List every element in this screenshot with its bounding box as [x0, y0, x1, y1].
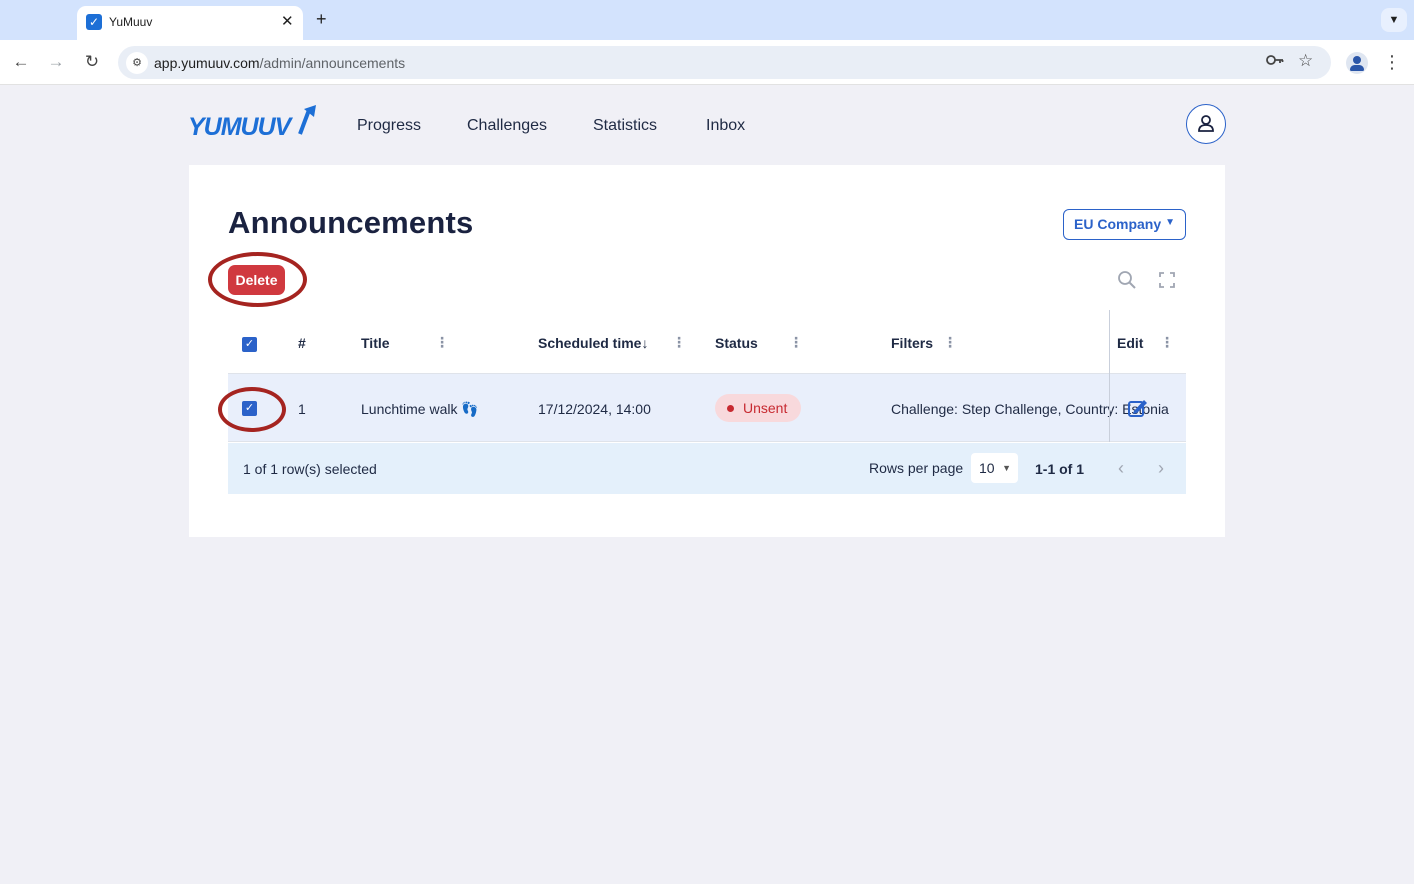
close-tab-icon[interactable]: ✕	[281, 12, 294, 30]
next-page-icon[interactable]: ›	[1158, 458, 1164, 479]
column-edit: Edit	[1117, 335, 1144, 351]
column-menu-icon[interactable]: ⋮	[435, 334, 449, 351]
column-scheduled-label: Scheduled time	[538, 335, 642, 351]
annotation-ring-checkbox	[218, 387, 286, 432]
new-tab-icon[interactable]: +	[316, 9, 327, 29]
annotation-ring-delete	[208, 252, 307, 307]
row-title: Lunchtime walk 👣	[361, 401, 479, 417]
pagination-range: 1-1 of 1	[1035, 461, 1085, 477]
pinned-column-divider	[1109, 310, 1110, 442]
column-number: #	[298, 335, 306, 351]
announcements-card: Announcements EU Company ▼ Delete ✓ # Ti…	[189, 165, 1225, 537]
previous-page-icon[interactable]: ‹	[1118, 458, 1124, 479]
nav-statistics[interactable]: Statistics	[593, 117, 657, 135]
user-icon	[1198, 115, 1214, 132]
row-number: 1	[298, 401, 306, 417]
rows-per-page-select[interactable]: 10 ▼	[971, 453, 1018, 483]
caret-down-icon: ▼	[1002, 463, 1011, 473]
sort-descending-icon: ↓	[641, 335, 649, 351]
user-account-button[interactable]	[1186, 104, 1226, 144]
status-dot-icon	[727, 405, 734, 412]
status-text: Unsent	[743, 400, 788, 416]
logo-wordmark: YUMUUV	[188, 113, 294, 140]
browser-toolbar: ← → ↻ ⚙ app.yumuuv.com/admin/announcemen…	[0, 40, 1414, 85]
address-bar[interactable]: ⚙ app.yumuuv.com/admin/announcements ☆	[118, 46, 1331, 79]
url-text: app.yumuuv.com/admin/announcements	[154, 55, 405, 71]
company-select-value: EU Company	[1074, 216, 1162, 232]
table-row[interactable]: ✓ 1 Lunchtime walk 👣 17/12/2024, 14:00 U…	[228, 374, 1186, 442]
password-key-icon[interactable]	[1266, 53, 1284, 71]
column-menu-icon[interactable]: ⋮	[943, 334, 957, 351]
url-path: /admin/announcements	[259, 55, 406, 71]
company-select[interactable]: EU Company ▼	[1063, 209, 1186, 240]
column-filters[interactable]: Filters	[891, 335, 933, 351]
table-footer: 1 of 1 row(s) selected Rows per page 10 …	[228, 443, 1186, 494]
back-arrow-icon[interactable]: ←	[11, 52, 31, 72]
column-menu-icon[interactable]: ⋮	[1160, 334, 1174, 351]
forward-arrow-icon[interactable]: →	[46, 52, 66, 72]
edit-icon[interactable]	[1126, 397, 1148, 424]
row-scheduled-time: 17/12/2024, 14:00	[538, 401, 651, 417]
bookmark-star-icon[interactable]: ☆	[1298, 51, 1313, 71]
browser-tab[interactable]: ✓ YuMuuv ✕	[77, 6, 303, 40]
column-scheduled-time[interactable]: Scheduled time↓	[538, 335, 648, 351]
browser-tab-strip: ✓ YuMuuv ✕ + ▼	[0, 0, 1414, 40]
browser-menu-icon[interactable]: ⋮	[1383, 52, 1401, 72]
fullscreen-icon[interactable]	[1157, 270, 1177, 290]
status-badge: Unsent	[715, 394, 801, 422]
site-settings-icon[interactable]: ⚙	[126, 52, 148, 74]
tab-search-chevron-icon[interactable]: ▼	[1381, 8, 1407, 32]
search-icon[interactable]	[1117, 270, 1137, 290]
table-header: ✓ # Title ⋮ Scheduled time↓ ⋮ Status ⋮ F…	[228, 310, 1186, 374]
page-title: Announcements	[228, 205, 474, 240]
yumuuv-favicon-icon: ✓	[86, 14, 102, 30]
chevron-down-icon: ▼	[1165, 217, 1175, 228]
url-host: app.yumuuv.com	[154, 55, 260, 71]
yumuuv-logo[interactable]: YUMUUV	[188, 104, 320, 141]
nav-challenges[interactable]: Challenges	[467, 117, 547, 135]
select-all-checkbox[interactable]: ✓	[242, 337, 257, 352]
column-menu-icon[interactable]: ⋮	[672, 334, 686, 351]
column-status[interactable]: Status	[715, 335, 758, 351]
tab-title: YuMuuv	[109, 15, 153, 29]
selection-count: 1 of 1 row(s) selected	[243, 461, 377, 477]
column-title[interactable]: Title	[361, 335, 390, 351]
column-menu-icon[interactable]: ⋮	[789, 334, 803, 351]
rows-per-page-value: 10	[979, 460, 995, 476]
reload-icon[interactable]: ↻	[82, 52, 102, 72]
nav-progress[interactable]: Progress	[357, 117, 421, 135]
nav-inbox[interactable]: Inbox	[706, 117, 745, 135]
rows-per-page-label: Rows per page	[869, 460, 964, 476]
browser-profile-icon[interactable]	[1346, 52, 1368, 74]
